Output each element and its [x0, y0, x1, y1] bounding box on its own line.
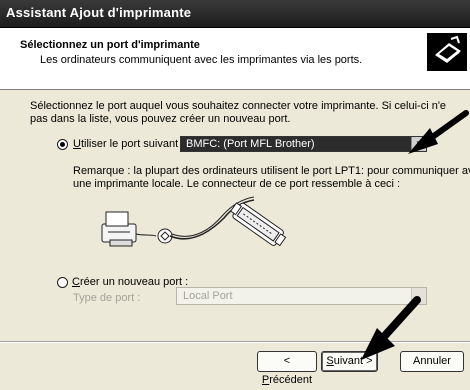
- intro-line-2: pas dans la liste, vous pouvez créer un …: [30, 113, 291, 125]
- use-existing-port-label[interactable]: Utiliser le port suivant :: [73, 138, 184, 150]
- port-select-value: BMFC: (Port MFL Brother): [181, 137, 413, 151]
- create-new-port-label[interactable]: Créer un nouveau port :: [72, 276, 188, 288]
- port-type-label: Type de port :: [73, 292, 141, 304]
- intro-line-1: Sélectionnez le port auquel vous souhait…: [30, 100, 447, 112]
- window-title: Assistant Ajout d'imprimante: [6, 5, 192, 20]
- radio-selected-dot: [60, 142, 65, 147]
- back-button[interactable]: < Précédent: [257, 351, 317, 386]
- callout-arrow-port: [408, 110, 469, 154]
- title-bar[interactable]: Assistant Ajout d'imprimante: [0, 0, 470, 28]
- header-title: Sélectionnez un port d'imprimante: [20, 39, 200, 51]
- callout-arrow-next: [361, 296, 421, 360]
- parallel-cable-illustration: [101, 196, 287, 247]
- remark-line-2: une imprimante locale. Le connecteur de …: [73, 178, 401, 190]
- header-subtitle: Les ordinateurs communiquent avec les im…: [40, 54, 363, 66]
- port-type-value: Local Port: [183, 290, 233, 302]
- remark-line-1: Remarque : la plupart des ordinateurs ut…: [73, 165, 470, 177]
- printer-wizard-icon: [427, 33, 467, 71]
- create-new-port-radio[interactable]: [57, 277, 68, 288]
- port-select[interactable]: BMFC: (Port MFL Brother) ▼: [180, 136, 427, 152]
- wizard-header: Sélectionnez un port d'imprimante Les or…: [0, 28, 470, 90]
- use-existing-port-radio[interactable]: [57, 139, 68, 150]
